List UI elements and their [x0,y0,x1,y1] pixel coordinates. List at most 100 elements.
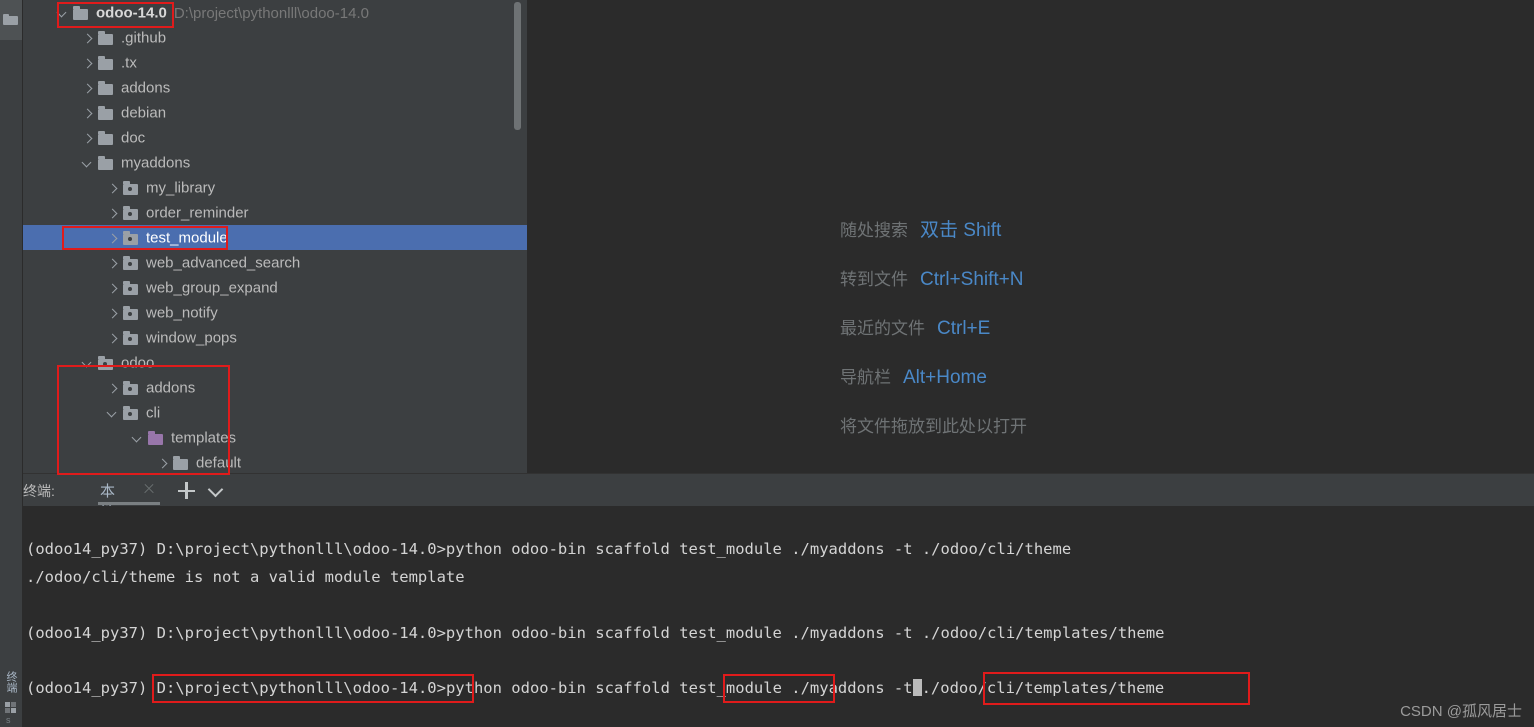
chevron-right-icon[interactable] [106,382,119,395]
tree-item-label: myaddons [121,154,191,172]
chevron-right-icon[interactable] [81,32,94,45]
hint-label: 将文件拖放到此处以打开 [840,417,1027,436]
terminal-caption: 终端: [23,483,55,499]
tree-item-debian[interactable]: debian [22,100,527,125]
chevron-down-icon[interactable] [81,357,94,370]
terminal-tool-button[interactable]: 终端 [2,671,20,693]
chevron-right-icon[interactable] [106,182,119,195]
tree-item-label: test_module [146,229,228,247]
tree-item-.tx[interactable]: .tx [22,50,527,75]
module-folder-icon [122,331,140,345]
hint-label: 最近的文件 [840,319,925,338]
terminal-prompt-line: (odoo14_py37) D:\project\pythonlll\odoo-… [26,678,1164,698]
terminal-output[interactable]: (odoo14_py37) D:\project\pythonlll\odoo-… [22,506,1534,727]
hint-label: 转到文件 [840,270,908,289]
tree-item-label: odoo [121,354,155,372]
chevron-right-icon[interactable] [106,282,119,295]
tool-window-strip: 终端 s [0,0,23,727]
hint-shortcut: Alt+Home [903,367,987,388]
tree-item-doc[interactable]: doc [22,125,527,150]
tree-item-label: web_group_expand [146,279,278,297]
tree-item-web_advanced_search[interactable]: web_advanced_search [22,250,527,275]
chevron-right-icon[interactable] [81,107,94,120]
project-tool-button[interactable] [0,0,22,40]
chevron-right-icon[interactable] [106,257,119,270]
tree-item-label: .tx [121,54,137,72]
prompt-command: python odoo-bin scaffold [445,679,680,697]
chevron-right-icon[interactable] [106,307,119,320]
module-folder-icon [122,256,140,270]
hint-label: 随处搜索 [840,221,908,240]
module-folder-icon [122,181,140,195]
prompt-env: (odoo14_py37) [26,679,157,697]
watermark: CSDN @孤风居士 [1400,703,1522,720]
tree-item-my_library[interactable]: my_library [22,175,527,200]
tree-item-odoo-14.0[interactable]: odoo-14.0 D:\project\pythonlll\odoo-14.0 [22,0,527,25]
tree-item-label: web_notify [146,304,218,322]
tab-active-underline [98,502,160,505]
terminal-cursor [912,679,922,696]
close-icon[interactable] [142,482,156,496]
tree-item-path: D:\project\pythonlll\odoo-14.0 [173,4,369,22]
tree-item-odoo[interactable]: odoo [22,350,527,375]
editor-hint-row: 将文件拖放到此处以打开 [840,412,1360,461]
chevron-right-icon[interactable] [106,332,119,345]
tree-item-myaddons[interactable]: myaddons [22,150,527,175]
chevron-right-icon[interactable] [81,57,94,70]
prompt-cwd: D:\project\pythonlll\odoo-14.0 [156,679,437,697]
tree-vertical-scrollbar[interactable] [514,2,521,130]
hint-shortcut: Ctrl+E [937,318,991,339]
tree-item-.github[interactable]: .github [22,25,527,50]
chevron-down-icon[interactable] [106,407,119,420]
tree-item-web_notify[interactable]: web_notify [22,300,527,325]
module-folder-icon [122,381,140,395]
module-folder-icon [122,206,140,220]
editor-hints: 随处搜索 双击 Shift 转到文件 Ctrl+Shift+N 最近的文件 Ctrl+E 导… [840,216,1360,461]
tree-item-label: default [196,454,242,472]
folder-icon [147,431,165,445]
folder-icon [97,31,115,45]
tree-item-label: .github [121,29,167,47]
tree-item-label: debian [121,104,167,122]
editor-hint-row: 最近的文件 Ctrl+E [840,314,1360,363]
strip-status-letter: s [6,715,11,725]
terminal-line: (odoo14_py37) D:\project\pythonlll\odoo-… [26,624,1165,642]
chevron-right-icon[interactable] [106,207,119,220]
tree-item-label: web_advanced_search [146,254,301,272]
chevron-right-icon[interactable] [156,457,169,470]
project-tree-panel[interactable]: odoo-14.0 D:\project\pythonlll\odoo-14.0.… [22,0,528,473]
hint-shortcut: 双击 Shift [920,220,1002,241]
prompt-args: ./myaddons -t [781,679,913,697]
chevron-right-icon[interactable] [81,82,94,95]
chevron-down-icon[interactable] [208,484,224,494]
tree-item-templates[interactable]: templates [22,425,527,450]
tree-item-label: odoo-14.0 [96,4,167,22]
prompt-template: ./odoo/cli/templates/theme [921,679,1165,697]
module-folder-icon [122,406,140,420]
editor-hint-row: 随处搜索 双击 Shift [840,216,1360,265]
module-folder-icon [97,356,115,370]
chevron-down-icon[interactable] [56,7,69,20]
folder-icon [172,456,190,470]
module-folder-icon [122,306,140,320]
chevron-right-icon[interactable] [106,232,119,245]
tree-item-addons[interactable]: addons [22,375,527,400]
chevron-right-icon[interactable] [81,132,94,145]
tree-item-window_pops[interactable]: window_pops [22,325,527,350]
tree-item-label: window_pops [146,329,237,347]
tree-item-web_group_expand[interactable]: web_group_expand [22,275,527,300]
tree-item-test_module[interactable]: test_module [22,225,527,250]
folder-icon [3,14,18,25]
tree-item-label: cli [146,404,161,422]
tree-item-label: templates [171,429,237,447]
tree-item-default[interactable]: default [22,450,527,473]
chevron-down-icon[interactable] [81,157,94,170]
tree-item-addons[interactable]: addons [22,75,527,100]
tree-item-order_reminder[interactable]: order_reminder [22,200,527,225]
chevron-down-icon[interactable] [131,432,144,445]
plus-icon[interactable] [178,482,195,499]
terminal-line: ./odoo/cli/theme is not a valid module t… [26,568,465,586]
tree-item-cli[interactable]: cli [22,400,527,425]
hint-shortcut: Ctrl+Shift+N [920,269,1024,290]
editor-empty-area: 随处搜索 双击 Shift 转到文件 Ctrl+Shift+N 最近的文件 Ctrl+E 导… [528,0,1534,473]
